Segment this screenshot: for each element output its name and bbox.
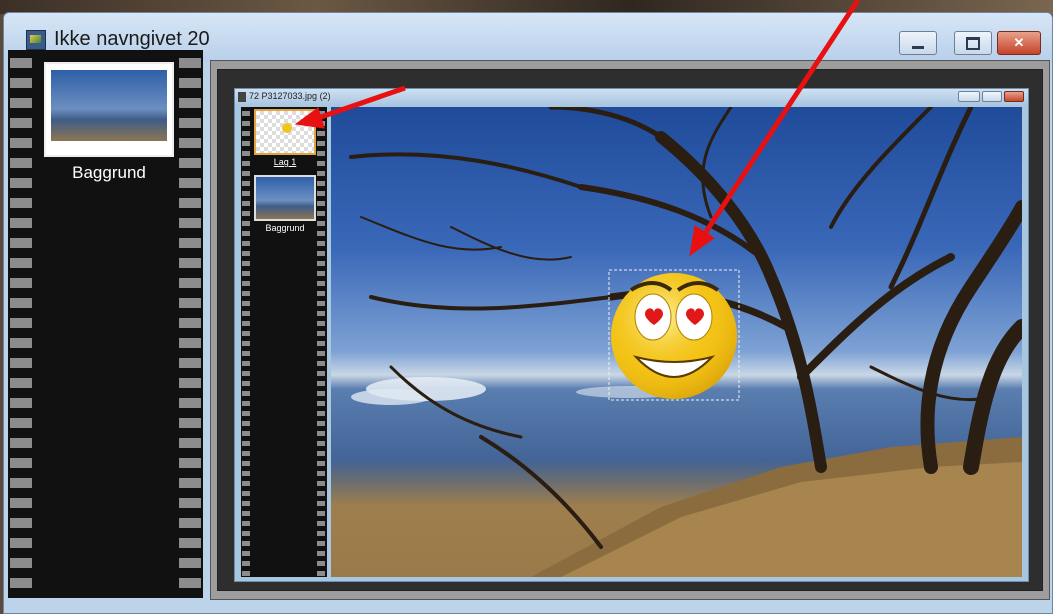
- close-button[interactable]: ✕: [997, 31, 1041, 55]
- layers-filmstrip: Baggrund: [8, 50, 203, 598]
- window-title: Ikke navngivet 20: [54, 28, 210, 50]
- layer-label-lag1: Lag 1: [273, 157, 297, 167]
- smiley-face-icon: [611, 273, 737, 399]
- image-window: 72 P3127033.jpg (2) Lag 1 Baggrund: [234, 88, 1029, 582]
- layer-thumbnail-baggrund[interactable]: [254, 175, 316, 221]
- layer-thumbnail-baggrund[interactable]: [44, 62, 174, 157]
- filmstrip-sprocket-left: [10, 50, 32, 598]
- layer-label-baggrund: Baggrund: [265, 223, 305, 233]
- minimize-button[interactable]: [899, 31, 937, 55]
- layer-label: Baggrund: [72, 163, 146, 182]
- image-layers-filmstrip: Lag 1 Baggrund: [241, 107, 327, 577]
- image-minimize-button[interactable]: [958, 91, 980, 102]
- image-canvas[interactable]: [331, 107, 1022, 577]
- smiley-thumbnail-icon: [282, 123, 292, 133]
- image-window-icon: [238, 92, 246, 102]
- maximize-button[interactable]: [954, 31, 992, 55]
- layer-thumbnail-lag1[interactable]: [254, 109, 316, 155]
- image-close-button[interactable]: [1004, 91, 1024, 102]
- photo-scene: [349, 107, 1022, 577]
- filmstrip-sprocket-right: [317, 107, 325, 577]
- filmstrip-sprocket-left: [242, 107, 250, 577]
- app-icon: [26, 30, 46, 50]
- workspace-frame: 72 P3127033.jpg (2) Lag 1 Baggrund: [217, 69, 1043, 591]
- layer-thumbnail-image: [51, 70, 167, 141]
- image-window-title-bar[interactable]: 72 P3127033.jpg (2): [235, 89, 1028, 105]
- image-window-title: 72 P3127033.jpg (2): [249, 91, 331, 101]
- filmstrip-sprocket-right: [179, 50, 201, 598]
- image-maximize-button[interactable]: [982, 91, 1002, 102]
- workspace-area: 72 P3127033.jpg (2) Lag 1 Baggrund: [210, 60, 1050, 600]
